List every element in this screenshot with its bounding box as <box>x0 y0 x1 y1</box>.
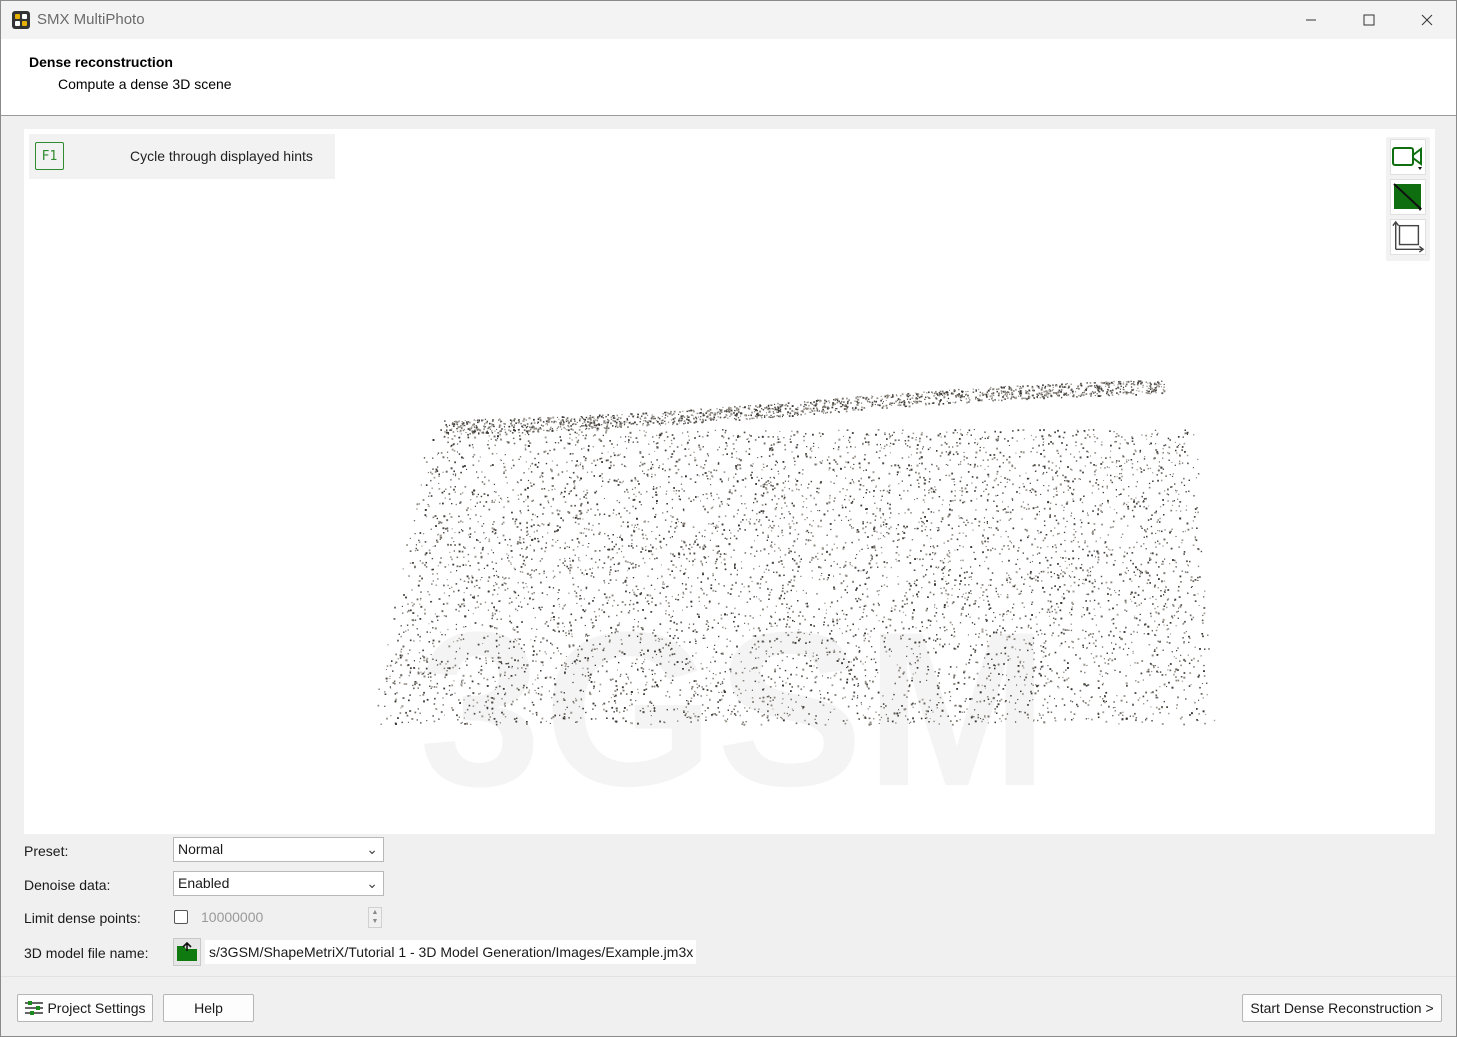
video-camera-icon <box>1392 147 1422 170</box>
limit-points-checkbox[interactable] <box>174 910 188 924</box>
spin-arrows-icon[interactable]: ▲ ▼ <box>368 907 382 928</box>
settings-sliders-icon <box>25 1001 44 1015</box>
preset-select[interactable]: Normal ⌄ <box>173 837 384 862</box>
f1-key-icon: F1 <box>35 142 64 170</box>
title-bar: SMX MultiPhoto <box>1 1 1456 39</box>
denoise-value: Enabled <box>178 875 230 891</box>
camera-button[interactable] <box>1390 139 1426 175</box>
view-frame-icon <box>1392 220 1425 253</box>
chevron-down-icon: ⌄ <box>366 841 378 857</box>
limit-points-value: 10000000 <box>201 909 264 925</box>
preset-label: Preset: <box>24 843 69 859</box>
shading-mode-icon <box>1393 183 1422 211</box>
hint-text: Cycle through displayed hints <box>130 148 313 164</box>
preset-value: Normal <box>178 841 224 857</box>
minimize-icon <box>1306 19 1316 21</box>
denoise-select[interactable]: Enabled ⌄ <box>173 871 384 896</box>
3d-viewport[interactable]: 3GSM F1 Cycle through displayed hints <box>24 129 1435 834</box>
file-name-label: 3D model file name: <box>24 945 149 961</box>
page-header: Dense reconstruction Compute a dense 3D … <box>1 39 1456 116</box>
close-icon <box>1421 14 1433 26</box>
page-subtitle: Compute a dense 3D scene <box>58 76 232 92</box>
limit-points-spinbox[interactable]: 10000000 ▲ ▼ <box>197 905 384 930</box>
minimize-button[interactable] <box>1282 1 1340 39</box>
project-settings-button[interactable]: Project Settings <box>17 994 153 1022</box>
maximize-button[interactable] <box>1340 1 1398 39</box>
shading-button[interactable] <box>1390 179 1426 215</box>
file-path-field[interactable]: s/3GSM/ShapeMetriX/Tutorial 1 - 3D Model… <box>205 940 697 964</box>
smx-app-icon <box>12 11 30 29</box>
browse-file-button[interactable] <box>173 938 201 966</box>
help-button[interactable]: Help <box>163 994 254 1022</box>
hint-panel: F1 Cycle through displayed hints <box>29 134 335 179</box>
start-dense-reconstruction-button[interactable]: Start Dense Reconstruction > <box>1242 994 1442 1022</box>
limit-points-label: Limit dense points: <box>24 910 141 926</box>
app-window: SMX MultiPhoto Dense reconstruction Comp… <box>0 0 1457 1037</box>
project-settings-label: Project Settings <box>47 1000 146 1016</box>
point-cloud <box>377 380 1216 726</box>
denoise-label: Denoise data: <box>24 877 111 893</box>
maximize-icon <box>1363 14 1375 26</box>
window-title: SMX MultiPhoto <box>37 11 145 28</box>
viewport-toolbar <box>1386 137 1430 261</box>
footer-divider <box>1 976 1456 977</box>
open-folder-icon <box>177 942 197 961</box>
page-title: Dense reconstruction <box>29 54 173 70</box>
close-button[interactable] <box>1398 1 1456 39</box>
chevron-down-icon: ⌄ <box>366 875 378 891</box>
frame-button[interactable] <box>1390 219 1426 255</box>
